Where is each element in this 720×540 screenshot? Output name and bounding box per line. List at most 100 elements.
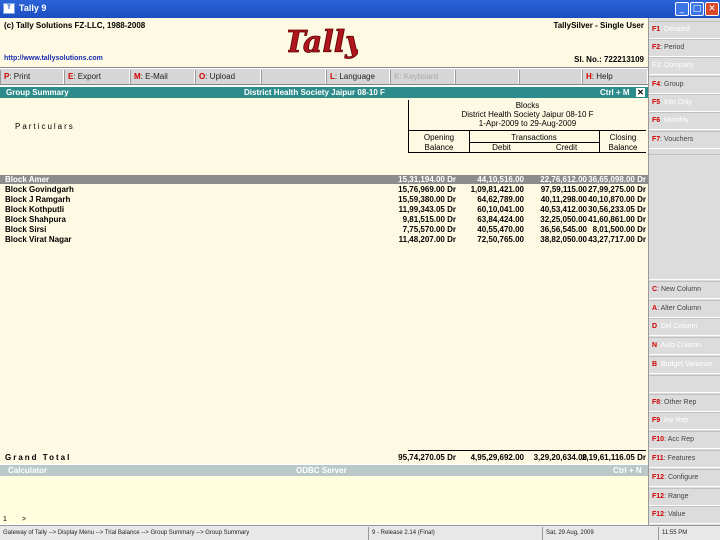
- budget-variance-button[interactable]: B: Budget Variance: [649, 356, 720, 374]
- range-key: F12: [652, 493, 665, 500]
- maximize-button[interactable]: □: [690, 2, 704, 16]
- debit-cell: 44,10,516.00: [477, 175, 524, 184]
- period-button[interactable]: F2: Period: [649, 39, 720, 57]
- range-label: : Range: [664, 493, 689, 500]
- credit-cell: 40,53,412.00: [540, 205, 587, 214]
- group-button[interactable]: F4: Group: [649, 76, 720, 94]
- breadcrumb: Gateway of Tally --> Display Menu --> Tr…: [3, 530, 250, 536]
- language-button[interactable]: L: Language: [326, 70, 390, 84]
- print-button[interactable]: P: Print: [0, 70, 64, 84]
- alter-column-button[interactable]: A: Alter Column: [649, 300, 720, 318]
- detailed-key: F1: [652, 26, 661, 33]
- del-column-button[interactable]: D: Del Column: [649, 318, 720, 336]
- vouchers-label: : Vouchers: [660, 136, 694, 143]
- minimize-button[interactable]: _: [675, 2, 689, 16]
- help-button[interactable]: H: Help: [582, 70, 648, 84]
- email-key: M: [134, 72, 141, 81]
- edition-text: TallySilver - Single User: [553, 21, 644, 30]
- vouchers-button[interactable]: F7: Vouchers: [649, 131, 720, 149]
- language-label: : Language: [334, 72, 375, 81]
- configure-button[interactable]: F12: Configure: [649, 469, 720, 487]
- table-row[interactable]: Block Virat Nagar 11,48,207.00 Dr 72,50,…: [0, 235, 648, 244]
- column-group-title: Blocks: [515, 101, 540, 110]
- report-close-icon[interactable]: ✕: [636, 88, 645, 97]
- tally-app-icon[interactable]: T: [3, 3, 15, 14]
- print-label: : Print: [9, 72, 31, 81]
- calculator-bar: Calculator ODBC Server Ctrl + N: [0, 465, 648, 476]
- company-button[interactable]: F3: Company: [649, 57, 720, 75]
- table-row[interactable]: Block Sirsi 7,75,570.00 Dr 40,55,470.00 …: [0, 225, 648, 234]
- closing-cell: 40,10,870.00 Dr: [588, 195, 646, 204]
- closing-cell: 27,99,275.00 Dr: [588, 185, 646, 194]
- calculator-panel[interactable]: 1 >: [0, 476, 648, 524]
- table-row[interactable]: Block Govindgarh 15,76,969.00 Dr 1,09,81…: [0, 185, 648, 194]
- table-row[interactable]: Block Shahpura 9,81,515.00 Dr 63,84,424.…: [0, 215, 648, 224]
- configure-label: : Configure: [664, 474, 699, 481]
- status-bar: Gateway of Tally --> Display Menu --> Tr…: [0, 525, 720, 540]
- credit-label: Credit: [555, 143, 578, 152]
- table-row[interactable]: Block J Ramgarh 15,59,380.00 Dr 64,62,78…: [0, 195, 648, 204]
- company-key: F3: [652, 62, 661, 69]
- auto-column-button[interactable]: N: Auto Column: [649, 337, 720, 355]
- credit-cell: 40,11,298.00: [540, 195, 587, 204]
- opening-label-2: Balance: [424, 143, 454, 152]
- new-column-button[interactable]: C: New Column: [649, 281, 720, 299]
- grand-total-credit: 3,29,20,634.00: [533, 453, 587, 462]
- app-header: (c) Tally Solutions FZ-LLC, 1988-2008 ht…: [0, 18, 648, 68]
- release-info: 9 - Release 2.14 (Final): [368, 527, 542, 540]
- value-button[interactable]: F12: Value: [649, 506, 720, 524]
- other-reports-button[interactable]: F8: Other Rep: [649, 394, 720, 412]
- credit-cell: 38,82,050.00: [540, 235, 587, 244]
- period-key: F2: [652, 44, 661, 51]
- current-time: 11:55 PM: [658, 527, 720, 540]
- window-title: Tally 9: [19, 3, 47, 13]
- table-row[interactable]: Block Amer 15,31,194.00 Dr 44,10,516.00 …: [0, 175, 648, 184]
- row-name: Block Sirsi: [5, 225, 47, 234]
- auto-column-label: : Auto Column: [657, 342, 702, 349]
- email-label: : E-Mail: [140, 72, 168, 81]
- company-label: : Company: [660, 62, 695, 69]
- closing-cell: 36,65,098.00 Dr: [588, 175, 646, 184]
- accounts-reports-key: F10: [652, 436, 665, 443]
- monthly-key: F6: [652, 117, 661, 124]
- empty-button-1: [261, 70, 326, 84]
- row-name: Block Amer: [5, 175, 50, 184]
- grand-total-opening: 95,74,270.05 Dr: [398, 453, 456, 462]
- accounts-reports-button[interactable]: F10: Acc Rep: [649, 431, 720, 449]
- period-label: : Period: [660, 44, 685, 51]
- debit-cell: 72,50,765.00: [477, 235, 524, 244]
- range-button[interactable]: F12: Range: [649, 488, 720, 506]
- row-name: Block Govindgarh: [5, 185, 74, 194]
- empty-panel-slot: [649, 154, 720, 280]
- monthly-label: : Monthly: [660, 117, 689, 124]
- close-button[interactable]: ✕: [705, 2, 719, 16]
- other-reports-key: F8: [652, 399, 661, 406]
- export-button[interactable]: E: Export: [64, 70, 130, 84]
- closing-cell: 43,27,717.00 Dr: [588, 235, 646, 244]
- table-row[interactable]: Block Kothputli 11,99,343.05 Dr 60,10,04…: [0, 205, 648, 214]
- inventory-reports-button[interactable]: F9: Inv Rep: [649, 412, 720, 430]
- inventory-reports-key: F9: [652, 417, 661, 424]
- detailed-button[interactable]: F1: Detailed: [649, 21, 720, 39]
- calculator-line-number: 1: [3, 516, 7, 523]
- closing-cell: 41,60,861.00 Dr: [588, 215, 646, 224]
- accounts-reports-label: : Acc Rep: [664, 436, 695, 443]
- closing-cell: 30,56,233.05 Dr: [588, 205, 646, 214]
- monthly-button[interactable]: F6: Monthly: [649, 112, 720, 130]
- features-key: F11: [652, 455, 664, 462]
- closing-label-1: Closing: [609, 133, 637, 142]
- features-button[interactable]: F11: Features: [649, 450, 720, 468]
- keyboard-button[interactable]: K: Keyboard: [390, 70, 455, 84]
- upload-button[interactable]: O: Upload: [195, 70, 261, 84]
- window-title-bar: T Tally 9 _ □ ✕: [0, 0, 720, 18]
- report-title-bar: Group Summary District Health Society Ja…: [0, 87, 648, 98]
- email-button[interactable]: M: E-Mail: [130, 70, 195, 84]
- features-label: : Features: [663, 455, 696, 462]
- opening-cell: 15,31,194.00 Dr: [398, 175, 456, 184]
- info-only-button[interactable]: F5: Info Only: [649, 94, 720, 112]
- copyright-text: (c) Tally Solutions FZ-LLC, 1988-2008: [4, 21, 146, 30]
- credit-cell: 97,59,115.00: [540, 185, 587, 194]
- website-link[interactable]: http://www.tallysolutions.com: [4, 55, 103, 62]
- info-only-label: : Info Only: [660, 99, 693, 106]
- odbc-server-label: ODBC Server: [296, 466, 347, 475]
